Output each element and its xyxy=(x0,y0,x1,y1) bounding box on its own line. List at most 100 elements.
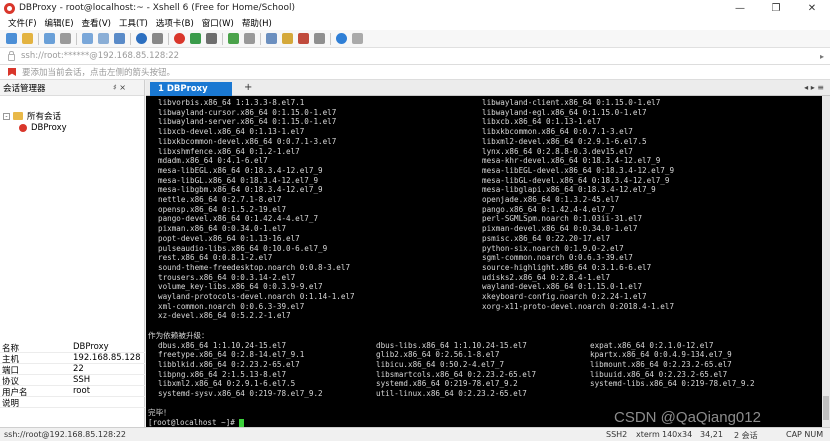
highlight-icon[interactable] xyxy=(298,33,309,44)
terminal-line: wayland-protocols-devel.noarch 0:1.14-1.… xyxy=(158,292,355,301)
toolbar-separator xyxy=(168,32,169,45)
terminal-line: libxml2-devel.x86_64 0:2.9.1-6.el7.5 xyxy=(482,136,647,146)
xftp-icon[interactable] xyxy=(174,33,185,44)
font-icon[interactable] xyxy=(152,33,163,44)
add-tab-button[interactable]: + xyxy=(244,82,252,93)
property-value: DBProxy xyxy=(73,342,109,352)
terminal-line: openjade.x86_64 0:1.3.2-45.el7 xyxy=(482,195,620,204)
terminal-line: libuuid.x86_64 0:2.23.2-65.el7 xyxy=(590,369,728,379)
terminal-line: glib2.x86_64 0:2.56.1-8.el7 xyxy=(376,350,500,360)
collapse-toggle[interactable]: - xyxy=(3,112,10,120)
pin-icon[interactable]: ♯ × xyxy=(113,83,126,92)
terminal-line: libxcb-devel.x86_64 0:1.13-1.el7 xyxy=(158,127,305,137)
terminal-line: libwayland-server.x86_64 0:1.15.0-1.el7 xyxy=(158,117,337,127)
menu-edit[interactable]: 编辑(E) xyxy=(45,17,74,29)
terminal-line: lynx.x86_64 0:2.8.8-0.3.dev15.el7 xyxy=(482,146,633,156)
terminal-line: mdadm.x86_64 0:4.1-6.el7 xyxy=(158,156,268,166)
terminal-line: mesa-libEGL.x86_64 0:18.3.4-12.el7_9 xyxy=(158,165,323,175)
terminal-prompt[interactable]: [root@localhost ~]# xyxy=(148,418,245,427)
terminal-line: systemd-libs.x86_64 0:219-78.el7_9.2 xyxy=(590,379,755,389)
keyboard-icon[interactable] xyxy=(206,33,217,44)
terminal-line: libblkid.x86_64 0:2.23.2-65.el7 xyxy=(158,359,300,369)
menu-tab[interactable]: 选项卡(B) xyxy=(156,17,194,29)
terminal-line: pixman.x86_64 0:0.34.0-1.el7 xyxy=(158,224,287,234)
globe-icon[interactable] xyxy=(136,33,147,44)
terminal-line: libwayland-cursor.x86_64 0:1.15.0-1.el7 xyxy=(158,107,337,117)
status-cursor: 34,21 xyxy=(700,430,723,439)
terminal-line: dbus.x86_64 1:1.10.24-15.el7 xyxy=(158,340,287,350)
toolbar-separator xyxy=(130,32,131,45)
terminal-line: xml-common.noarch 0:0.6.3-39.el7 xyxy=(158,301,305,311)
tab-nav-icon[interactable]: ◂ ▸ ≡ xyxy=(804,83,824,92)
terminal-line: libxcb.x86_64 0:1.13-1.el7 xyxy=(482,117,601,127)
terminal-line: systemd-sysv.x86_64 0:219-78.el7_9.2 xyxy=(158,389,323,398)
property-row: 用户名 root xyxy=(0,386,145,398)
copy-icon[interactable] xyxy=(82,33,93,44)
lock-screen-icon[interactable] xyxy=(244,33,255,44)
tab-dbproxy[interactable]: 1 DBProxy xyxy=(150,82,232,96)
terminal-scrollbar[interactable] xyxy=(822,96,830,427)
menu-view[interactable]: 查看(V) xyxy=(82,17,111,29)
fullscreen-icon[interactable] xyxy=(228,33,239,44)
terminal-line: kpartx.x86_64 0:0.4.9-134.el7_9 xyxy=(590,350,732,360)
property-value: 192.168.85.128 xyxy=(73,353,141,363)
layout-icon[interactable] xyxy=(314,33,325,44)
menu-file[interactable]: 文件(F) xyxy=(8,17,37,29)
terminal-line: perl-SGMLSpm.noarch 0:1.03ii-31.el7 xyxy=(482,214,643,224)
new-session-icon[interactable] xyxy=(6,33,17,44)
session-manager-title: 会话管理器 xyxy=(3,83,46,94)
folder-icon xyxy=(13,112,23,120)
window-controls: — ❐ ✕ xyxy=(722,0,830,16)
terminal-line: expat.x86_64 0:2.1.0-12.el7 xyxy=(590,340,714,350)
address-arrow-icon[interactable]: ▸ xyxy=(820,52,824,61)
connect-icon[interactable] xyxy=(44,33,55,44)
transfer-icon[interactable] xyxy=(266,33,277,44)
terminal-line: wayland-devel.x86_64 0:1.15.0-1.el7 xyxy=(482,282,643,292)
terminal-line: libxshmfence.x86_64 0:1.2-1.el7 xyxy=(158,146,300,156)
terminal-line: popt-devel.x86_64 0:1.13-16.el7 xyxy=(158,233,300,243)
status-protocol: SSH2 xyxy=(606,430,628,439)
find-icon[interactable] xyxy=(114,33,125,44)
script-icon[interactable] xyxy=(190,33,201,44)
scrollbar-thumb[interactable] xyxy=(823,396,829,420)
property-key: 协议 xyxy=(2,377,20,387)
property-value xyxy=(73,397,145,407)
disconnect-icon[interactable] xyxy=(60,33,71,44)
add-session-icon[interactable] xyxy=(8,68,16,76)
minimize-button[interactable]: — xyxy=(722,0,758,16)
menu-window[interactable]: 窗口(W) xyxy=(202,17,234,29)
compose-icon[interactable] xyxy=(282,33,293,44)
terminal-line: systemd.x86_64 0:219-78.el7_9.2 xyxy=(376,379,518,389)
address-input[interactable]: ssh://root:******@192.168.85.128:22 xyxy=(21,51,179,61)
terminal-line: source-highlight.x86_64 0:3.1.6-6.el7 xyxy=(482,262,652,272)
terminal-line: xkeyboard-config.noarch 0:2.24-1.el7 xyxy=(482,292,647,301)
close-button[interactable]: ✕ xyxy=(794,0,830,16)
terminal[interactable]: libvorbis.x86_64 1:1.3.3-8.el7.1 libwayla… xyxy=(146,96,822,427)
terminal-line: trousers.x86_64 0:0.3.14-2.el7 xyxy=(158,272,296,282)
more-icon[interactable] xyxy=(352,33,363,44)
tree-item-dbproxy[interactable]: DBProxy xyxy=(3,122,144,134)
prompt-text: [root@localhost ~]# xyxy=(148,418,240,427)
paste-icon[interactable] xyxy=(98,33,109,44)
open-folder-icon[interactable] xyxy=(22,33,33,44)
terminal-line: libmount.x86_64 0:2.23.2-65.el7 xyxy=(590,359,732,369)
session-hint-text: 要添加当前会话，点击左侧的箭头按钮。 xyxy=(22,68,176,78)
property-value: SSH xyxy=(73,375,91,385)
status-connection: ssh://root@192.168.85.128:22 xyxy=(4,430,127,439)
terminal-line: sgml-common.noarch 0:0.6.3-39.el7 xyxy=(482,253,633,263)
terminal-line: libwayland-client.x86_64 0:1.15.0-1.el7 xyxy=(482,98,661,107)
status-bar: ssh://root@192.168.85.128:22 SSH2 xterm … xyxy=(0,427,830,441)
menu-tools[interactable]: 工具(T) xyxy=(119,17,148,29)
help-icon[interactable] xyxy=(336,33,347,44)
menu-help[interactable]: 帮助(H) xyxy=(242,17,272,29)
maximize-button[interactable]: ❐ xyxy=(758,0,794,16)
property-key: 主机 xyxy=(2,355,20,365)
cursor xyxy=(239,419,245,427)
terminal-line: libsmartcols.x86_64 0:2.23.2-65.el7 xyxy=(376,369,537,379)
tree-item-all-sessions[interactable]: - 所有会话 xyxy=(3,110,144,122)
terminal-line: mesa-libgbm.x86_64 0:18.3.4-12.el7_9 xyxy=(158,185,323,195)
property-value: 22 xyxy=(73,364,84,374)
window-title: DBProxy - root@localhost:~ - Xshell 6 (F… xyxy=(19,3,295,13)
session-icon xyxy=(19,124,27,132)
toolbar xyxy=(0,30,830,48)
